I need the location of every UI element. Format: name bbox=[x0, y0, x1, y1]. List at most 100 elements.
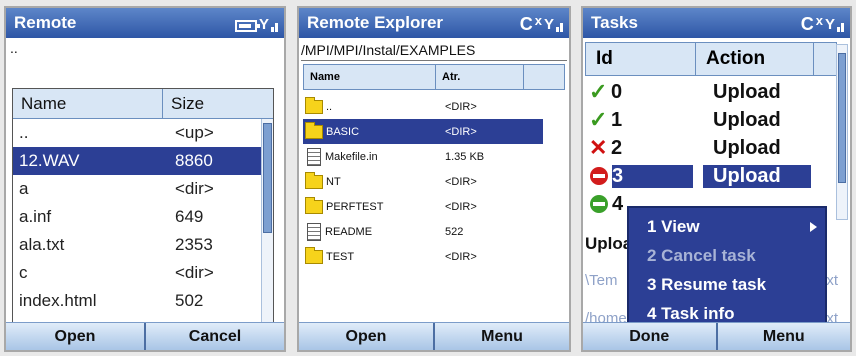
folder-icon bbox=[305, 121, 323, 139]
detail-path-local-ext: xt bbox=[826, 272, 838, 289]
file-name-cell: README bbox=[303, 222, 435, 241]
list-item[interactable]: TEST <DIR> bbox=[303, 244, 565, 269]
file-name: index.html bbox=[19, 291, 97, 310]
file-icon bbox=[307, 147, 321, 166]
table-row[interactable]: ✕ 2 Upload bbox=[585, 134, 837, 162]
list-item[interactable]: a.inf 649 bbox=[13, 203, 273, 231]
remote-explorer-screen: Remote Explorer C x Y /MPI/MPI/Instal/EX… bbox=[297, 6, 571, 352]
list-item[interactable]: .. <DIR> bbox=[303, 94, 565, 119]
menu-softkey[interactable]: Menu bbox=[433, 323, 569, 350]
list-header: Name Size bbox=[13, 89, 273, 119]
disconnect-icon: x bbox=[815, 13, 823, 28]
tasks-screen: Tasks C x Y Id Action ✓ 0 Upload ✓ 1 Upload ✕ 2… bbox=[581, 6, 852, 352]
column-header-size[interactable]: Size bbox=[163, 89, 204, 118]
open-softkey[interactable]: Open bbox=[6, 323, 144, 350]
signal-icon bbox=[556, 23, 563, 32]
file-list[interactable]: .. <DIR> BASIC <DIR> Makefile.in 1.35 KB NT <DI… bbox=[303, 94, 565, 269]
column-header-action[interactable]: Action bbox=[696, 43, 814, 75]
file-name: Makefile.in bbox=[325, 150, 378, 163]
scrollbar[interactable] bbox=[836, 44, 848, 220]
list-item[interactable]: a <dir> bbox=[13, 175, 273, 203]
folder-icon bbox=[305, 171, 323, 189]
task-action: Upload bbox=[713, 136, 781, 159]
task-id-cell: 3 bbox=[585, 164, 695, 188]
stop-icon bbox=[590, 167, 608, 185]
scrollbar-thumb[interactable] bbox=[263, 123, 272, 233]
file-name: .. bbox=[326, 100, 333, 113]
softkey-bar: Done Menu bbox=[583, 322, 850, 350]
file-attr: 1.35 KB bbox=[445, 150, 485, 163]
list-item[interactable]: NT <DIR> bbox=[303, 169, 565, 194]
file-size: 2353 bbox=[175, 235, 213, 254]
task-id: 4 bbox=[612, 192, 624, 215]
task-id-cell: ✓ 0 bbox=[585, 79, 695, 105]
file-size: 8860 bbox=[175, 151, 213, 170]
file-size: 649 bbox=[175, 207, 204, 226]
list-item[interactable]: BASIC <DIR> bbox=[303, 119, 543, 144]
cancel-softkey[interactable]: Cancel bbox=[144, 323, 284, 350]
path-label: /MPI/MPI/Instal/EXAMPLES bbox=[301, 42, 567, 61]
file-name: a.inf bbox=[19, 207, 52, 226]
table-row[interactable]: ✓ 0 Upload bbox=[585, 78, 837, 106]
column-header-name[interactable]: Name bbox=[304, 65, 436, 89]
list-item[interactable]: PERFTEST <DIR> bbox=[303, 194, 565, 219]
file-size: <dir> bbox=[175, 179, 214, 198]
file-name: TEST bbox=[326, 250, 355, 263]
check-icon: ✓ bbox=[589, 79, 608, 104]
antenna-icon: Y bbox=[543, 16, 554, 33]
status-icons: C x Y bbox=[520, 14, 563, 33]
connection-icon: C bbox=[800, 14, 814, 34]
file-attr: <DIR> bbox=[445, 250, 477, 263]
list-item[interactable]: c <dir> bbox=[13, 259, 273, 287]
detail-path-local: \Tem bbox=[585, 272, 618, 289]
table-row[interactable]: ✓ 1 Upload bbox=[585, 106, 837, 134]
task-id: 2 bbox=[611, 136, 623, 159]
remote-screen: Remote Y .. Name Size .. <up> 12.WAV 8860 a <… bbox=[4, 6, 286, 352]
window-title: Remote Explorer bbox=[307, 13, 444, 32]
file-name-cell: PERFTEST bbox=[303, 196, 435, 214]
file-attr: <DIR> bbox=[445, 100, 477, 113]
menu-item[interactable]: 3 Resume task bbox=[629, 270, 825, 299]
softkey-bar: Open Cancel bbox=[6, 322, 284, 350]
battery-icon bbox=[234, 20, 260, 32]
file-attr: 522 bbox=[445, 225, 464, 238]
list-header: Name Atr. bbox=[303, 64, 565, 90]
column-header-id[interactable]: Id bbox=[586, 43, 696, 75]
file-list[interactable]: Name Size .. <up> 12.WAV 8860 a <dir> a.inf 649… bbox=[12, 88, 274, 324]
list-item[interactable]: ala.txt 2353 bbox=[13, 231, 273, 259]
done-softkey[interactable]: Done bbox=[583, 323, 716, 350]
task-action: Upload bbox=[703, 164, 811, 188]
menu-item[interactable]: 1 View bbox=[629, 212, 825, 241]
file-name: .. bbox=[19, 123, 29, 142]
task-id: 1 bbox=[611, 108, 623, 131]
task-list[interactable]: ✓ 0 Upload ✓ 1 Upload ✕ 2 Upload 3 Upload 4 bbox=[585, 78, 837, 218]
task-id: 0 bbox=[611, 80, 623, 103]
file-name: ala.txt bbox=[19, 235, 65, 254]
folder-icon bbox=[305, 246, 323, 264]
column-header-name[interactable]: Name bbox=[13, 89, 163, 118]
scrollbar[interactable] bbox=[261, 119, 273, 323]
scrollbar-thumb[interactable] bbox=[838, 53, 846, 183]
antenna-icon: Y bbox=[824, 16, 835, 33]
chevron-right-icon bbox=[810, 222, 817, 232]
menu-softkey[interactable]: Menu bbox=[715, 323, 851, 350]
list-item[interactable]: README 522 bbox=[303, 219, 565, 244]
task-id: 3 bbox=[612, 164, 694, 188]
list-item[interactable]: index.html 502 bbox=[13, 287, 273, 315]
list-item[interactable]: Makefile.in 1.35 KB bbox=[303, 144, 565, 169]
folder-icon bbox=[305, 196, 323, 214]
file-name-cell: Makefile.in bbox=[303, 147, 435, 166]
open-softkey[interactable]: Open bbox=[299, 323, 433, 350]
table-row[interactable]: 3 Upload bbox=[585, 162, 837, 190]
window-title: Tasks bbox=[591, 13, 638, 32]
cross-icon: ✕ bbox=[589, 135, 608, 160]
status-icons: C x Y bbox=[800, 13, 844, 34]
column-header-attr[interactable]: Atr. bbox=[436, 65, 524, 89]
file-size: <dir> bbox=[175, 263, 214, 282]
signal-icon bbox=[837, 23, 844, 32]
list-item[interactable]: 12.WAV 8860 bbox=[13, 147, 273, 175]
list-item[interactable]: .. <up> bbox=[13, 119, 273, 147]
file-name: a bbox=[19, 179, 29, 198]
file-name: BASIC bbox=[326, 125, 360, 138]
window-title: Remote bbox=[14, 13, 77, 32]
